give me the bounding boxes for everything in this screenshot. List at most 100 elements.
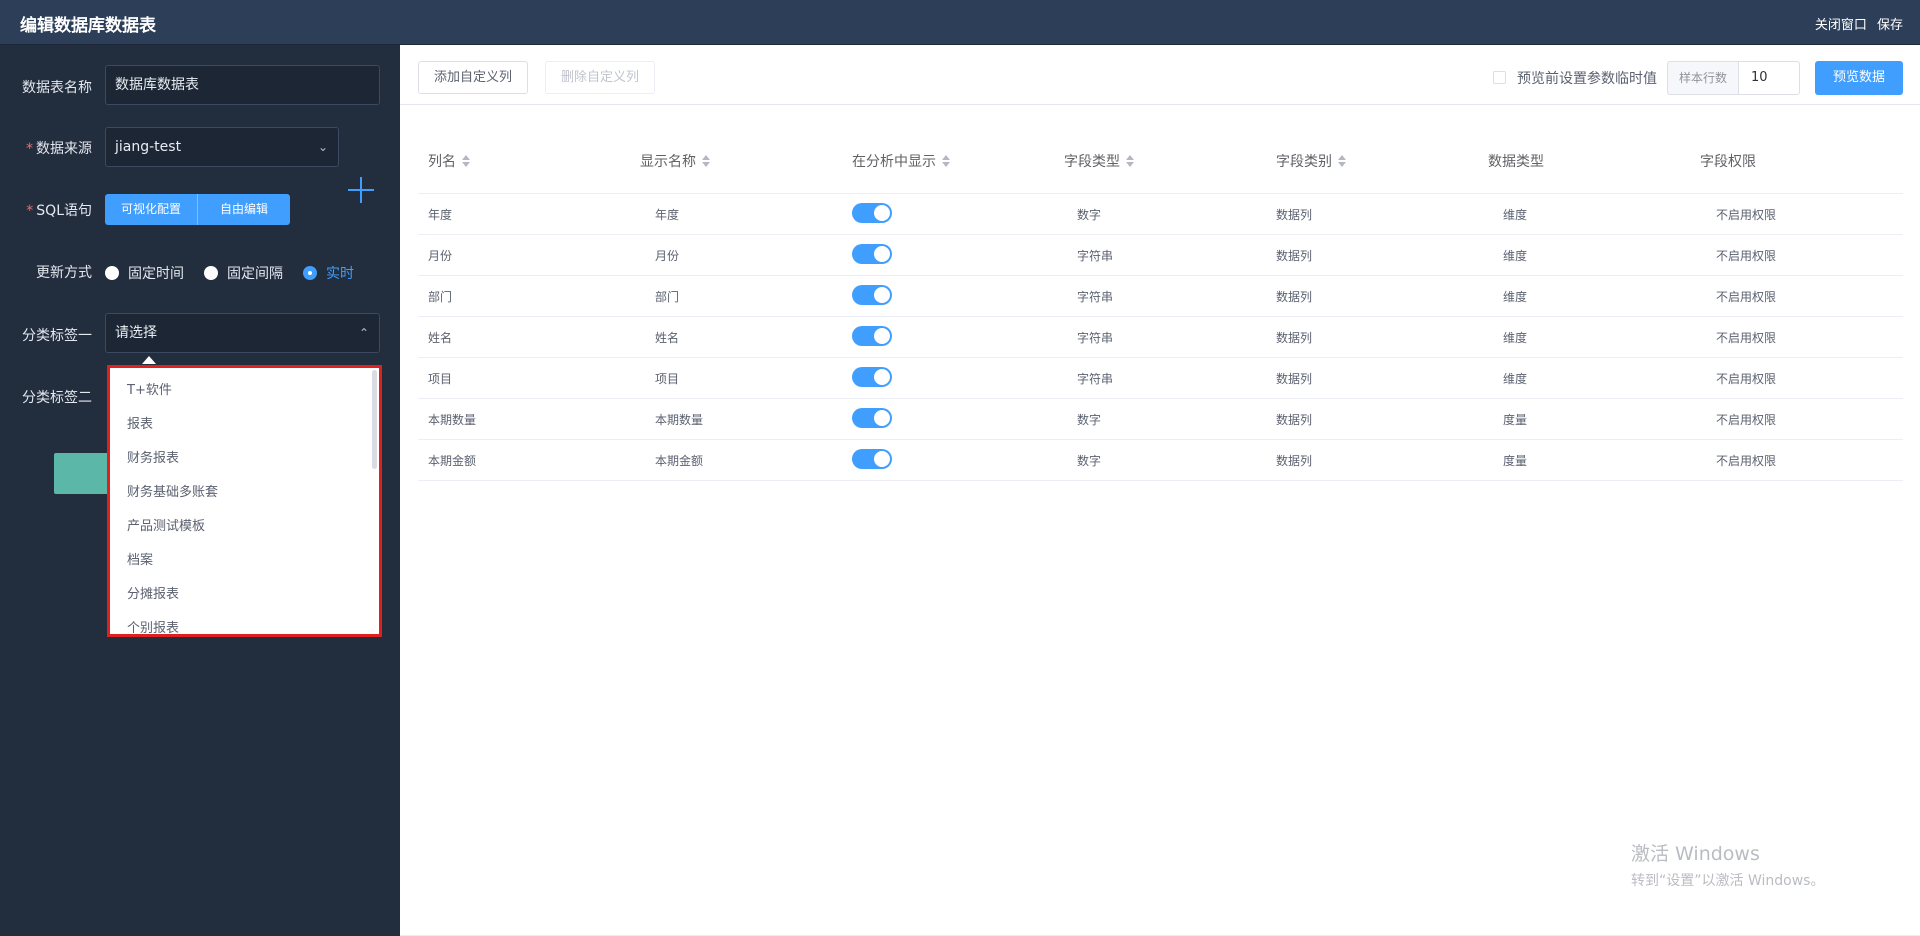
chevron-down-icon: ⌄ bbox=[317, 140, 328, 154]
table-cell: 本期数量 bbox=[428, 413, 477, 427]
required-mark: * bbox=[26, 141, 33, 157]
show-in-analysis-toggle[interactable] bbox=[852, 408, 892, 428]
top-bar: 编辑数据库数据表 关闭窗口 保存 bbox=[0, 0, 1920, 45]
table-row: 姓名 姓名 字符串 数据列 维度 不启用权限 bbox=[418, 317, 1903, 358]
data-source-label: * 数据来源 bbox=[26, 141, 92, 157]
dropdown-item[interactable]: T+软件 bbox=[110, 374, 379, 408]
visual-config-button[interactable]: 可视化配置 bbox=[105, 194, 199, 225]
table-cell: 字符串 bbox=[1077, 249, 1114, 263]
dropdown-caret bbox=[142, 356, 156, 364]
sort-icon[interactable] bbox=[462, 155, 471, 167]
table-cell: 维度 bbox=[1503, 372, 1528, 386]
main-panel: 添加自定义列 删除自定义列 预览前设置参数临时值 样本行数 10 预览数据 列名… bbox=[400, 45, 1920, 936]
table-cell: 字符串 bbox=[1077, 372, 1114, 386]
preview-data-button[interactable]: 预览数据 bbox=[1815, 61, 1903, 95]
table-cell: 月份 bbox=[428, 249, 453, 263]
update-mode-label: 更新方式 bbox=[36, 265, 92, 281]
table-cell: 年度 bbox=[655, 208, 680, 222]
category1-select[interactable]: 请选择 ⌃ bbox=[105, 313, 380, 353]
table-cell: 数据列 bbox=[1276, 331, 1313, 345]
table-cell: 不启用权限 bbox=[1716, 208, 1777, 222]
sample-rows-input[interactable]: 10 bbox=[1738, 61, 1801, 95]
sample-rows-field: 样本行数 10 bbox=[1667, 61, 1801, 95]
columns-table: 列名 显示名称 在分析中显示 字段类型 字段类别 数据类型 字段权限 年度 年度数… bbox=[418, 125, 1903, 481]
sql-mode-group: 可视化配置 自由编辑 bbox=[105, 194, 291, 225]
column-header-show-in-analysis[interactable]: 在分析中显示 bbox=[852, 151, 951, 171]
action-button-partial[interactable] bbox=[54, 453, 107, 494]
table-cell: 数据列 bbox=[1276, 208, 1313, 222]
show-in-analysis-toggle[interactable] bbox=[852, 449, 892, 469]
update-mode-radios: 固定时间 固定间隔 实时 bbox=[105, 263, 374, 283]
delete-custom-column-button[interactable]: 删除自定义列 bbox=[545, 61, 656, 94]
windows-activation-watermark: 激活 Windows 转到“设置”以激活 Windows。 bbox=[1631, 839, 1824, 890]
category1-label: 分类标签一 bbox=[22, 328, 92, 344]
data-source-select[interactable]: jiang-test ⌄ bbox=[105, 127, 339, 167]
radio-circle-icon bbox=[204, 266, 218, 280]
column-header-name[interactable]: 列名 bbox=[428, 151, 471, 171]
dropdown-item[interactable]: 财务基础多账套 bbox=[110, 476, 379, 510]
table-cell: 项目 bbox=[655, 372, 680, 386]
category2-label: 分类标签二 bbox=[22, 390, 92, 406]
dropdown-item[interactable]: 产品测试模板 bbox=[110, 510, 379, 544]
table-cell: 数据列 bbox=[1276, 290, 1313, 304]
column-header-permission: 字段权限 bbox=[1700, 154, 1756, 170]
table-cell: 年度 bbox=[428, 208, 453, 222]
radio-fixed-time[interactable]: 固定时间 bbox=[105, 263, 184, 283]
table-row: 部门 部门 字符串 数据列 维度 不启用权限 bbox=[418, 276, 1903, 317]
radio-selected-icon bbox=[303, 266, 317, 280]
dropdown-item[interactable]: 个别报表 bbox=[110, 612, 379, 634]
column-header-field-type[interactable]: 字段类型 bbox=[1064, 151, 1135, 171]
add-custom-column-button[interactable]: 添加自定义列 bbox=[418, 61, 529, 94]
column-header-data-type: 数据类型 bbox=[1488, 154, 1544, 170]
show-in-analysis-toggle[interactable] bbox=[852, 244, 892, 264]
table-cell: 数据列 bbox=[1276, 413, 1313, 427]
table-cell: 部门 bbox=[655, 290, 680, 304]
table-name-input[interactable]: 数据库数据表 bbox=[105, 65, 380, 105]
show-in-analysis-toggle[interactable] bbox=[852, 285, 892, 305]
table-cell: 姓名 bbox=[428, 331, 453, 345]
table-cell: 维度 bbox=[1503, 331, 1528, 345]
category1-placeholder: 请选择 bbox=[115, 325, 157, 341]
table-cell: 字符串 bbox=[1077, 331, 1114, 345]
column-header-display-name[interactable]: 显示名称 bbox=[640, 151, 711, 171]
sort-icon[interactable] bbox=[1338, 155, 1347, 167]
chevron-up-icon: ⌃ bbox=[358, 326, 369, 340]
free-edit-button[interactable]: 自由编辑 bbox=[198, 194, 291, 225]
dropdown-scrollbar[interactable] bbox=[372, 370, 377, 469]
table-cell: 本期数量 bbox=[655, 413, 704, 427]
radio-realtime[interactable]: 实时 bbox=[303, 263, 354, 283]
radio-fixed-interval[interactable]: 固定间隔 bbox=[204, 263, 283, 283]
dropdown-item[interactable]: 分摊报表 bbox=[110, 578, 379, 612]
table-header: 列名 显示名称 在分析中显示 字段类型 字段类别 数据类型 字段权限 bbox=[418, 125, 1903, 194]
close-window-button[interactable]: 关闭窗口 bbox=[1815, 18, 1867, 33]
table-cell: 数据列 bbox=[1276, 249, 1313, 263]
table-cell: 不启用权限 bbox=[1716, 290, 1777, 304]
dropdown-item[interactable]: 档案 bbox=[110, 544, 379, 578]
table-cell: 数字 bbox=[1077, 454, 1102, 468]
sort-icon[interactable] bbox=[702, 155, 711, 167]
add-source-icon[interactable] bbox=[346, 175, 376, 205]
page-title: 编辑数据库数据表 bbox=[20, 16, 156, 36]
sort-icon[interactable] bbox=[942, 155, 951, 167]
table-cell: 部门 bbox=[428, 290, 453, 304]
table-cell: 不启用权限 bbox=[1716, 413, 1777, 427]
preview-param-checkbox[interactable] bbox=[1493, 71, 1506, 84]
table-cell: 项目 bbox=[428, 372, 453, 386]
show-in-analysis-toggle[interactable] bbox=[852, 367, 892, 387]
table-cell: 维度 bbox=[1503, 290, 1528, 304]
table-cell: 度量 bbox=[1503, 454, 1528, 468]
table-cell: 数据列 bbox=[1276, 372, 1313, 386]
column-header-field-category[interactable]: 字段类别 bbox=[1276, 151, 1347, 171]
sort-icon[interactable] bbox=[1126, 155, 1135, 167]
table-cell: 本期金额 bbox=[655, 454, 704, 468]
show-in-analysis-toggle[interactable] bbox=[852, 326, 892, 346]
required-mark: * bbox=[26, 203, 34, 219]
table-cell: 数字 bbox=[1077, 413, 1102, 427]
table-row: 本期数量 本期数量 数字 数据列 度量 不启用权限 bbox=[418, 399, 1903, 440]
watermark-title: 激活 Windows bbox=[1631, 843, 1760, 865]
dropdown-item[interactable]: 报表 bbox=[110, 408, 379, 442]
dropdown-item[interactable]: 财务报表 bbox=[110, 442, 379, 476]
table-row: 年度 年度 数字 数据列 维度 不启用权限 bbox=[418, 194, 1903, 235]
show-in-analysis-toggle[interactable] bbox=[852, 203, 892, 223]
save-button[interactable]: 保存 bbox=[1877, 18, 1903, 33]
